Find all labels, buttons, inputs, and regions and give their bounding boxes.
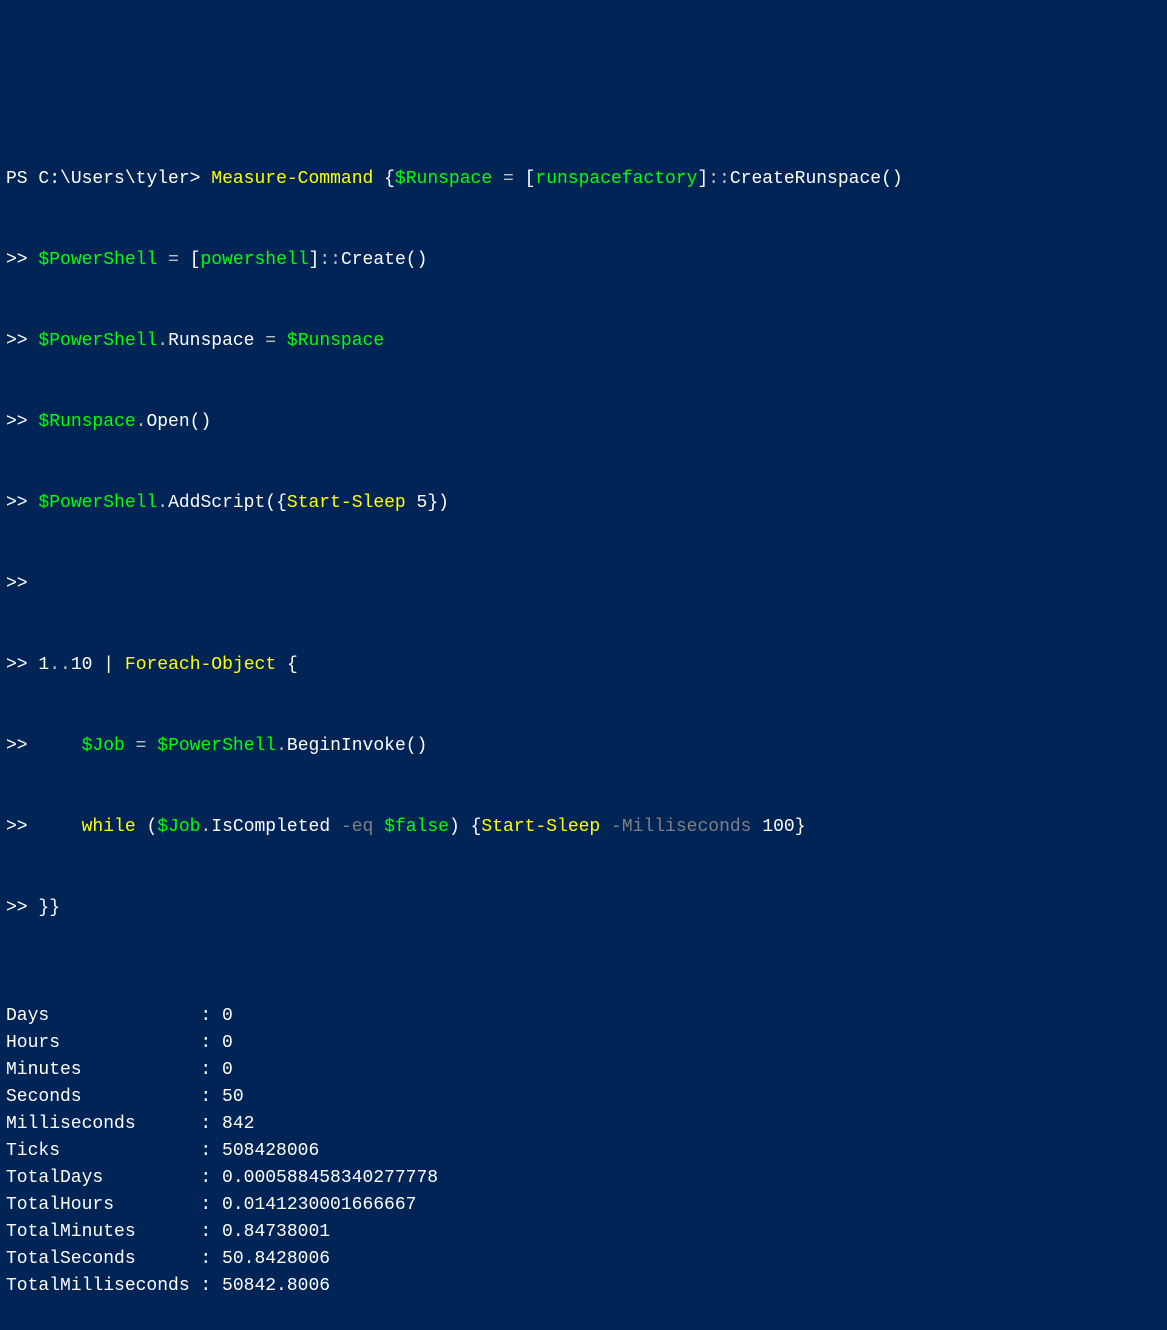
continuation: >>	[6, 817, 28, 837]
brace: }	[38, 898, 49, 918]
continuation: >>	[6, 736, 28, 756]
type: runspacefactory	[535, 169, 697, 189]
method: CreateRunspace	[730, 169, 881, 189]
method: BeginInvoke	[287, 736, 406, 756]
dcolon: ::	[319, 250, 341, 270]
code-line: >> while ($Job.IsCompleted -eq $false) {…	[6, 814, 1161, 841]
variable: $PowerShell	[38, 250, 157, 270]
brace: }	[49, 898, 60, 918]
brace: }	[427, 493, 438, 513]
paren: (	[265, 493, 276, 513]
output-row: Minutes : 0	[6, 1057, 1161, 1084]
bracket: ]	[697, 169, 708, 189]
num: 10	[71, 655, 93, 675]
paren: ()	[406, 250, 428, 270]
method: Open	[146, 412, 189, 432]
output-row: Milliseconds : 842	[6, 1111, 1161, 1138]
continuation: >>	[6, 250, 28, 270]
output-row: Days : 0	[6, 1003, 1161, 1030]
op: -eq	[341, 817, 373, 837]
code-line: >> $Runspace.Open()	[6, 409, 1161, 436]
brace: }	[795, 817, 806, 837]
variable: $Runspace	[395, 169, 492, 189]
variable: $false	[384, 817, 449, 837]
variable: $PowerShell	[157, 736, 276, 756]
code-line: >> 1..10 | Foreach-Object {	[6, 652, 1161, 679]
code-line: >> $PowerShell.AddScript({Start-Sleep 5}…	[6, 490, 1161, 517]
continuation: >>	[6, 493, 28, 513]
dot: .	[157, 331, 168, 351]
code-line: >> $Job = $PowerShell.BeginInvoke()	[6, 733, 1161, 760]
continuation: >>	[6, 412, 28, 432]
variable: $Runspace	[287, 331, 384, 351]
paren: ()	[406, 736, 428, 756]
terminal-output[interactable]: PS C:\Users\tyler> Measure-Command {$Run…	[6, 112, 1161, 1327]
keyword: while	[82, 817, 136, 837]
brace: {	[287, 655, 298, 675]
output-row: Ticks : 508428006	[6, 1138, 1161, 1165]
variable: $PowerShell	[38, 493, 157, 513]
dot: .	[200, 817, 211, 837]
continuation: >>	[6, 655, 28, 675]
variable: $PowerShell	[38, 331, 157, 351]
num: 5	[417, 493, 428, 513]
continuation: >>	[6, 574, 28, 594]
pipe: |	[103, 655, 114, 675]
dcolon: ::	[708, 169, 730, 189]
dot: .	[157, 493, 168, 513]
continuation: >>	[6, 331, 28, 351]
code-line: >> $PowerShell.Runspace = $Runspace	[6, 328, 1161, 355]
op: =	[136, 736, 147, 756]
paren: ()	[881, 169, 903, 189]
method: AddScript	[168, 493, 265, 513]
cmdlet: Foreach-Object	[125, 655, 276, 675]
type: powershell	[201, 250, 309, 270]
output-row: Hours : 0	[6, 1030, 1161, 1057]
code-line: PS C:\Users\tyler> Measure-Command {$Run…	[6, 166, 1161, 193]
cmdlet: Start-Sleep	[287, 493, 406, 513]
dots: ..	[49, 655, 71, 675]
brace: {	[276, 493, 287, 513]
variable: $Job	[157, 817, 200, 837]
bracket: [	[525, 169, 536, 189]
code-line: >>	[6, 571, 1161, 598]
paren: (	[146, 817, 157, 837]
output-row: TotalSeconds : 50.8428006	[6, 1246, 1161, 1273]
prop: Runspace	[168, 331, 254, 351]
variable: $Runspace	[38, 412, 135, 432]
paren: ()	[190, 412, 212, 432]
op: =	[503, 169, 514, 189]
prompt-ps: PS	[6, 169, 28, 189]
num: 1	[38, 655, 49, 675]
method: Create	[341, 250, 406, 270]
prompt-path: C:\Users\tyler>	[38, 169, 200, 189]
paren: )	[449, 817, 460, 837]
output-row: TotalMinutes : 0.84738001	[6, 1219, 1161, 1246]
code-line: >> }}	[6, 895, 1161, 922]
brace: {	[471, 817, 482, 837]
brace: {	[384, 169, 395, 189]
output-row: Seconds : 50	[6, 1084, 1161, 1111]
paren: )	[438, 493, 449, 513]
output-row: TotalDays : 0.000588458340277778	[6, 1165, 1161, 1192]
dot: .	[276, 736, 287, 756]
output-row: TotalMilliseconds : 50842.8006	[6, 1273, 1161, 1300]
prop: IsCompleted	[211, 817, 330, 837]
cmdlet: Start-Sleep	[481, 817, 600, 837]
bracket: ]	[309, 250, 320, 270]
continuation: >>	[6, 898, 28, 918]
bracket: [	[190, 250, 201, 270]
op: =	[168, 250, 179, 270]
variable: $Job	[82, 736, 125, 756]
cmdlet: Measure-Command	[211, 169, 373, 189]
param: -Milliseconds	[611, 817, 751, 837]
code-line: >> $PowerShell = [powershell]::Create()	[6, 247, 1161, 274]
output-table: Days : 0Hours : 0Minutes : 0Seconds : 50…	[6, 1003, 1161, 1300]
output-row: TotalHours : 0.0141230001666667	[6, 1192, 1161, 1219]
num: 100	[762, 817, 794, 837]
dot: .	[136, 412, 147, 432]
op: =	[265, 331, 276, 351]
